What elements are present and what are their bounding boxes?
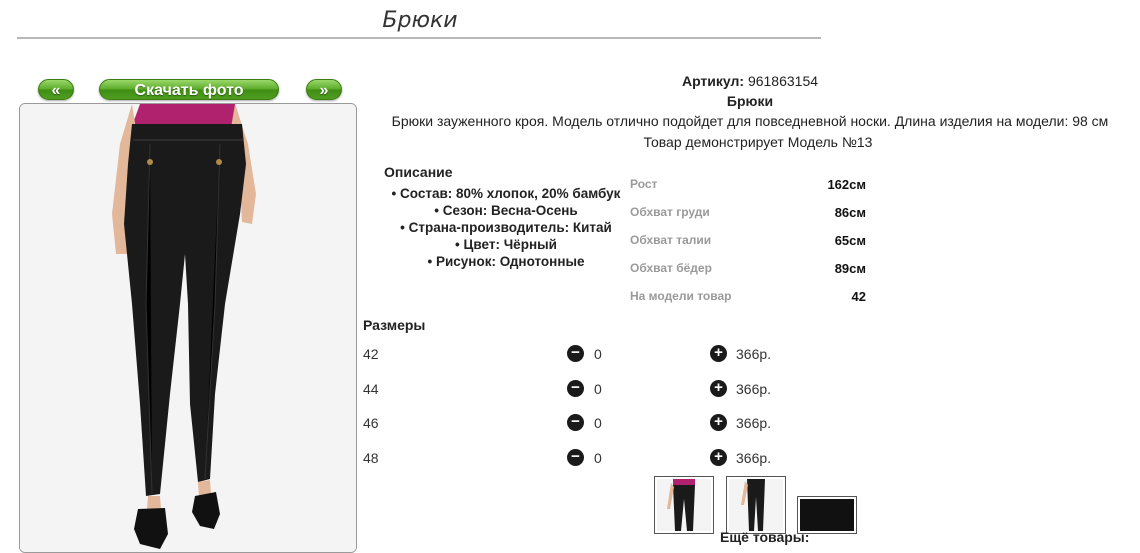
plus-circle-icon[interactable]: + — [710, 414, 727, 431]
measurement-label: Обхват бёдер — [630, 261, 712, 275]
size-row: 46 − 0 + 366р. — [363, 413, 823, 435]
measurement-value: 86см — [834, 205, 866, 220]
measurement-row: Обхват груди 86см — [630, 205, 866, 225]
thumbnail-photo-2[interactable] — [726, 476, 786, 534]
description-list: • Состав: 80% хлопок, 20% бамбук • Сезон… — [384, 185, 628, 270]
sizes-heading: Размеры — [363, 317, 426, 333]
quantity-value: 0 — [594, 450, 602, 466]
quantity-value: 0 — [594, 381, 602, 397]
measurement-label: На модели товар — [630, 289, 732, 303]
thumbnail-image — [729, 479, 783, 531]
thumbnail-image — [657, 479, 711, 531]
more-products-heading: Ещё товары: — [720, 529, 810, 545]
next-photo-button[interactable]: » — [306, 79, 342, 100]
thumbnail-photo-1[interactable] — [654, 476, 714, 534]
product-description: Брюки зауженного кроя. Модель отлично по… — [391, 113, 1109, 129]
minus-circle-icon[interactable]: − — [567, 380, 584, 397]
size-price: 366р. — [736, 450, 772, 466]
quantity-value: 0 — [594, 346, 602, 362]
article-line: Артикул: 961863154 — [360, 73, 1140, 89]
plus-circle-icon[interactable]: + — [710, 449, 727, 466]
measurement-value: 65см — [834, 233, 866, 248]
plus-circle-icon[interactable]: + — [710, 380, 727, 397]
model-note: Товар демонстрирует Модель №13 — [643, 134, 873, 150]
description-item: • Рисунок: Однотонные — [427, 254, 585, 269]
product-photo — [19, 103, 357, 553]
measurement-value: 42 — [851, 289, 866, 304]
description-item: • Сезон: Весна-Осень — [434, 203, 578, 218]
size-label: 46 — [363, 415, 379, 431]
measurement-row: Рост 162см — [630, 177, 866, 197]
product-name: Брюки — [726, 93, 774, 109]
thumbnail-image — [800, 499, 854, 531]
size-label: 42 — [363, 346, 379, 362]
minus-circle-icon[interactable]: − — [567, 449, 584, 466]
page-title: Брюки — [382, 8, 458, 33]
plus-circle-icon[interactable]: + — [710, 345, 727, 362]
size-price: 366р. — [736, 346, 772, 362]
product-photo-illustration — [20, 104, 356, 552]
size-price: 366р. — [736, 415, 772, 431]
description-item: • Страна-производитель: Китай — [400, 220, 612, 235]
size-label: 44 — [363, 381, 379, 397]
prev-photo-button[interactable]: « — [38, 79, 74, 100]
measurement-row: Обхват талии 65см — [630, 233, 866, 253]
size-row: 42 − 0 + 366р. — [363, 344, 823, 366]
size-row: 48 − 0 + 366р. — [363, 448, 823, 470]
minus-circle-icon[interactable]: − — [567, 345, 584, 362]
quantity-value: 0 — [594, 415, 602, 431]
measurement-value: 162см — [827, 177, 866, 192]
download-photo-button[interactable]: Скачать фото — [99, 79, 279, 100]
measurement-label: Обхват груди — [630, 205, 710, 219]
measurement-label: Обхват талии — [630, 233, 712, 247]
description-item: • Состав: 80% хлопок, 20% бамбук — [391, 186, 621, 201]
measurement-row: На модели товар 42 — [630, 289, 866, 309]
size-label: 48 — [363, 450, 379, 466]
article-label: Артикул: — [681, 73, 745, 89]
description-heading: Описание — [384, 164, 453, 180]
size-price: 366р. — [736, 381, 772, 397]
article-value: 961863154 — [747, 73, 819, 89]
measurement-label: Рост — [630, 177, 658, 191]
title-divider — [17, 37, 821, 39]
size-row: 44 − 0 + 366р. — [363, 379, 823, 401]
minus-circle-icon[interactable]: − — [567, 414, 584, 431]
measurement-value: 89см — [834, 261, 866, 276]
measurement-row: Обхват бёдер 89см — [630, 261, 866, 281]
description-item: • Цвет: Чёрный — [455, 237, 557, 252]
